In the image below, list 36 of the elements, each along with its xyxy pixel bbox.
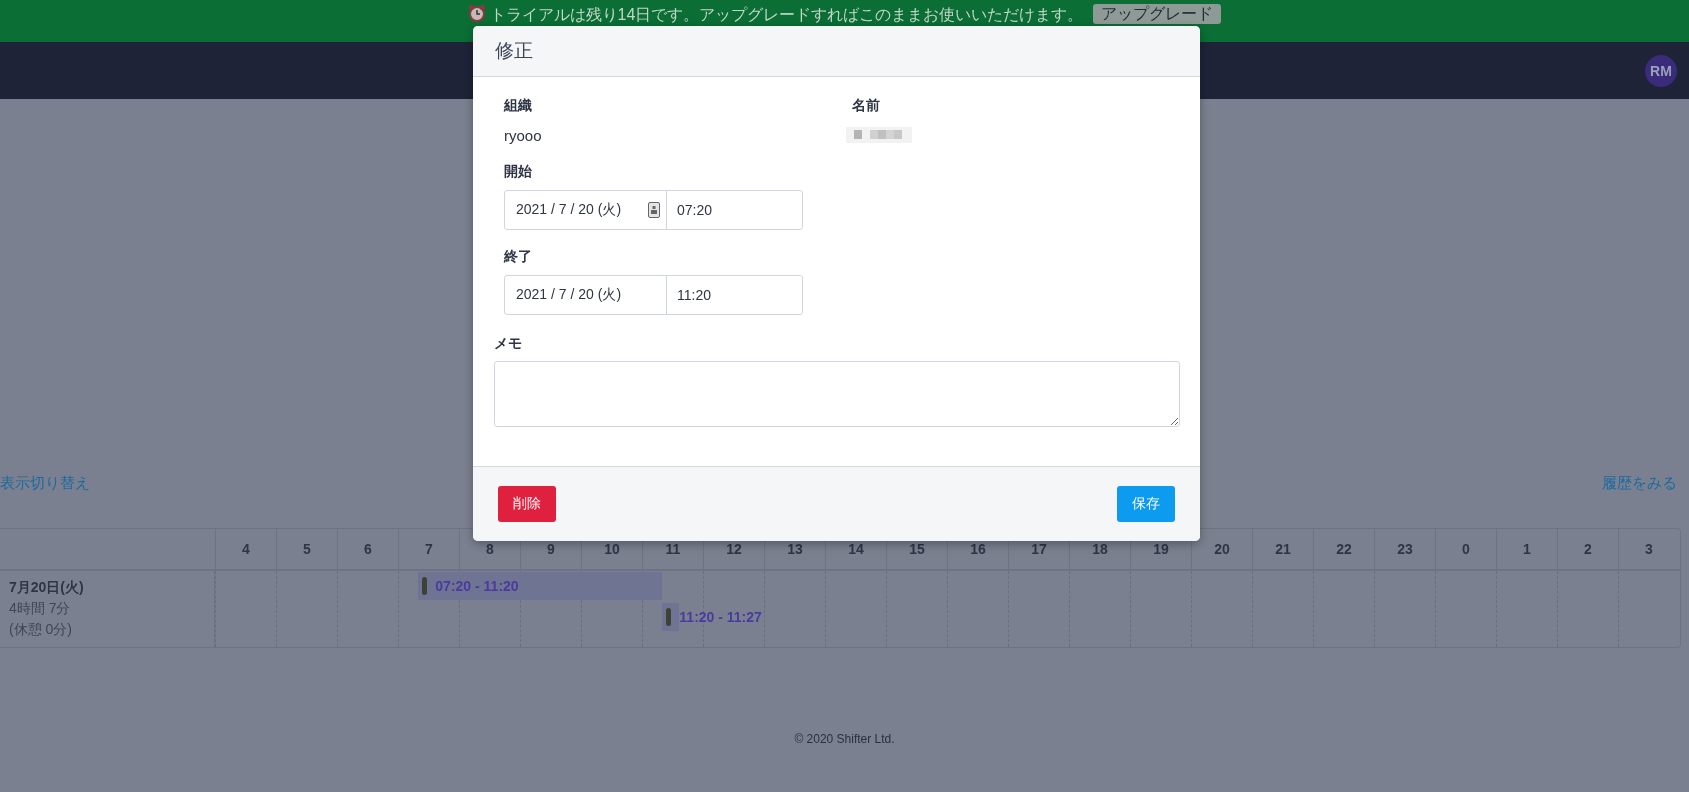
copyright: © 2020 Shifter Ltd.: [794, 732, 895, 748]
alarm-clock-icon: [467, 4, 486, 22]
hour-header: 4: [215, 529, 276, 569]
field-label: メモ: [494, 335, 523, 353]
work-total: 4時間 7分: [9, 600, 72, 618]
time-field[interactable]: 07:20: [666, 190, 803, 230]
hour-header: 6: [337, 529, 398, 569]
drag-handle[interactable]: [666, 608, 672, 626]
avatar[interactable]: RM: [1645, 54, 1677, 87]
field-label: 開始: [504, 163, 533, 181]
calendar-icon[interactable]: [648, 202, 660, 218]
field-label: 組織: [504, 97, 533, 115]
delete-button[interactable]: 削除: [498, 486, 556, 522]
entry-bar[interactable]: [418, 572, 663, 600]
dialog-title: 修正: [495, 39, 533, 63]
day-date: 7月20日(火): [9, 579, 85, 597]
hour-header: 1: [1496, 529, 1557, 569]
save-button[interactable]: 保存: [1117, 486, 1175, 522]
trial-message: トライアルは残り14日です。アップグレードすればこのままお使いいただけます。: [489, 5, 1084, 25]
upgrade-button[interactable]: アップグレード: [1093, 4, 1222, 24]
field-label: 名前: [852, 97, 881, 115]
drag-handle[interactable]: [422, 577, 428, 595]
hour-header: 5: [276, 529, 337, 569]
hour-header: 22: [1313, 529, 1374, 569]
memo-field[interactable]: [494, 361, 1180, 427]
hour-header: 0: [1435, 529, 1496, 569]
time-field[interactable]: 11:20: [666, 275, 803, 315]
hour-header: 21: [1252, 529, 1313, 569]
blurred-name-drawing: [846, 125, 912, 145]
hour-header: 3: [1618, 529, 1679, 569]
organization-value: ryooo: [504, 127, 543, 144]
field-label: 終了: [504, 248, 533, 266]
break-time: (休憩 0分): [9, 621, 73, 639]
hour-header: 23: [1374, 529, 1435, 569]
hour-header: 2: [1557, 529, 1618, 569]
hour-header: 7: [398, 529, 459, 569]
